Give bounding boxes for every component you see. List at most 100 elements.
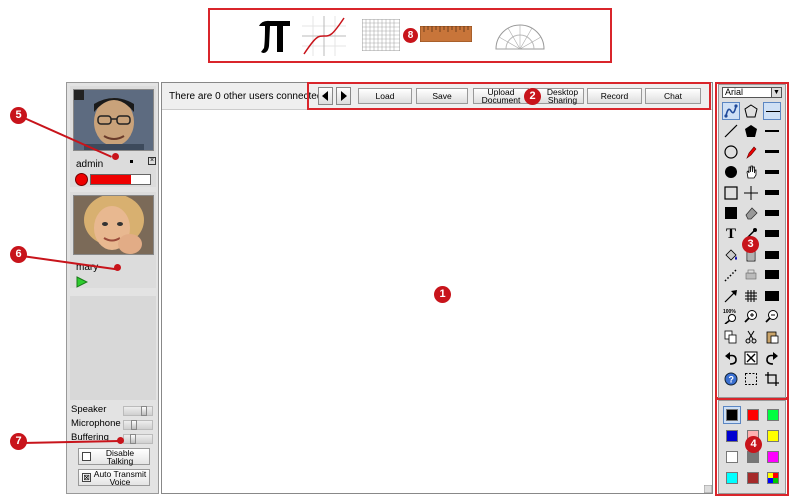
grid-icon[interactable] — [362, 19, 400, 51]
speaker-label: Speaker — [71, 404, 107, 415]
buffering-slider[interactable] — [123, 434, 153, 444]
help-icon[interactable]: ? — [722, 370, 740, 388]
callout-5: 5 — [10, 107, 27, 124]
arrow-line-icon[interactable] — [722, 287, 740, 305]
resize-grip-icon[interactable] — [704, 485, 712, 493]
ellipse-outline-icon[interactable] — [722, 143, 740, 161]
line-thickness-4[interactable] — [763, 163, 781, 181]
play-icon[interactable] — [76, 276, 88, 288]
copy-icon[interactable] — [722, 328, 740, 346]
avatar — [73, 89, 154, 151]
polygon-outline-icon[interactable] — [742, 102, 760, 120]
cut-icon[interactable] — [742, 328, 760, 346]
callout-dot — [112, 153, 119, 160]
marker-icon[interactable] — [742, 143, 760, 161]
next-page-button[interactable] — [336, 87, 351, 105]
save-button[interactable]: Save — [416, 88, 468, 104]
dotted-line-icon[interactable] — [722, 266, 740, 284]
polygon-filled-icon[interactable] — [742, 122, 760, 140]
rectangle-outline-icon[interactable] — [722, 184, 740, 202]
prev-page-button[interactable] — [318, 87, 333, 105]
crop-icon[interactable] — [763, 370, 781, 388]
text-tool-icon[interactable]: T — [722, 225, 740, 243]
rectangle-filled-icon[interactable] — [722, 204, 740, 222]
protractor-icon[interactable] — [494, 22, 546, 50]
paste-icon[interactable] — [763, 328, 781, 346]
graph-icon[interactable] — [302, 16, 346, 56]
callout-dot — [114, 264, 121, 271]
stamp-icon[interactable] — [742, 266, 760, 284]
eraser-icon[interactable] — [742, 204, 760, 222]
status-dot — [130, 160, 133, 163]
color-swatch[interactable] — [726, 451, 738, 463]
microphone-label: Microphone — [71, 418, 121, 429]
math-tools-bar: 8 — [208, 8, 612, 63]
line-tool-icon[interactable] — [722, 122, 740, 140]
line-thickness-6[interactable] — [763, 204, 781, 222]
line-thickness-7[interactable] — [763, 225, 781, 243]
pointer-crosshair-icon[interactable] — [742, 184, 760, 202]
volume-meter — [90, 174, 151, 185]
grid-tool-icon[interactable] — [742, 287, 760, 305]
freehand-tool-icon[interactable] — [722, 102, 740, 120]
record-button[interactable]: Record — [587, 88, 642, 104]
pi-icon[interactable] — [256, 16, 292, 56]
empty-user-slot — [70, 296, 156, 400]
disable-talking-button[interactable]: Disable Talking — [78, 448, 150, 465]
undo-icon[interactable] — [722, 349, 740, 367]
auto-transmit-voice-button[interactable]: ⊠ Auto Transmit Voice — [78, 469, 150, 486]
checkbox[interactable]: ⊠ — [82, 473, 91, 482]
font-select[interactable]: Arial ▼ — [722, 87, 782, 98]
zoom-in-icon[interactable] — [742, 307, 760, 325]
button-label: Sharing — [547, 95, 578, 105]
callout-4: 4 — [745, 436, 762, 453]
load-button[interactable]: Load — [358, 88, 412, 104]
line-thickness-10[interactable] — [763, 287, 781, 305]
zoom-100-icon[interactable]: 100% — [722, 307, 740, 325]
line-thickness-1[interactable] — [763, 102, 781, 120]
color-swatch[interactable] — [726, 430, 738, 442]
color-swatch[interactable] — [747, 409, 759, 421]
line-thickness-8[interactable] — [763, 246, 781, 264]
username: admin — [76, 159, 104, 170]
close-icon[interactable]: × — [148, 157, 156, 165]
color-swatch[interactable] — [767, 472, 779, 484]
zoom-out-icon[interactable] — [763, 307, 781, 325]
speaker-slider[interactable] — [123, 406, 153, 416]
svg-text:?: ? — [729, 375, 735, 385]
speaker-control: Speaker — [71, 404, 157, 417]
select-area-icon[interactable] — [742, 370, 760, 388]
line-thickness-5[interactable] — [763, 184, 781, 202]
callout-2: 2 — [524, 88, 541, 105]
delete-selection-icon[interactable] — [742, 349, 760, 367]
font-select-value: Arial — [725, 87, 744, 97]
paint-bucket-icon[interactable] — [722, 246, 740, 264]
line-thickness-3[interactable] — [763, 143, 781, 161]
chat-button[interactable]: Chat — [645, 88, 701, 104]
button-label: Voice — [109, 476, 131, 487]
color-swatch[interactable] — [767, 451, 779, 463]
color-swatch[interactable] — [726, 409, 738, 421]
line-thickness-9[interactable] — [763, 266, 781, 284]
redo-icon[interactable] — [763, 349, 781, 367]
ellipse-filled-icon[interactable] — [722, 163, 740, 181]
color-swatch[interactable] — [726, 472, 738, 484]
hand-pan-icon[interactable] — [742, 163, 760, 181]
slider-knob[interactable] — [129, 434, 136, 444]
chevron-down-icon[interactable]: ▼ — [771, 88, 781, 97]
color-swatch[interactable] — [747, 472, 759, 484]
callout-7: 7 — [10, 433, 27, 450]
callout-8: 8 — [403, 28, 418, 43]
slider-knob[interactable] — [140, 406, 147, 416]
microphone-control: Microphone — [71, 418, 157, 431]
buffering-control: Buffering — [71, 432, 157, 445]
line-thickness-2[interactable] — [763, 122, 781, 140]
microphone-slider[interactable] — [123, 420, 153, 430]
color-swatch[interactable] — [767, 409, 779, 421]
ruler-icon[interactable] — [420, 26, 472, 42]
record-indicator-icon — [75, 173, 88, 186]
color-swatch[interactable] — [767, 430, 779, 442]
slider-knob[interactable] — [130, 420, 137, 430]
upload-document-button[interactable]: Upload Document — [473, 88, 529, 104]
checkbox[interactable] — [82, 452, 91, 461]
